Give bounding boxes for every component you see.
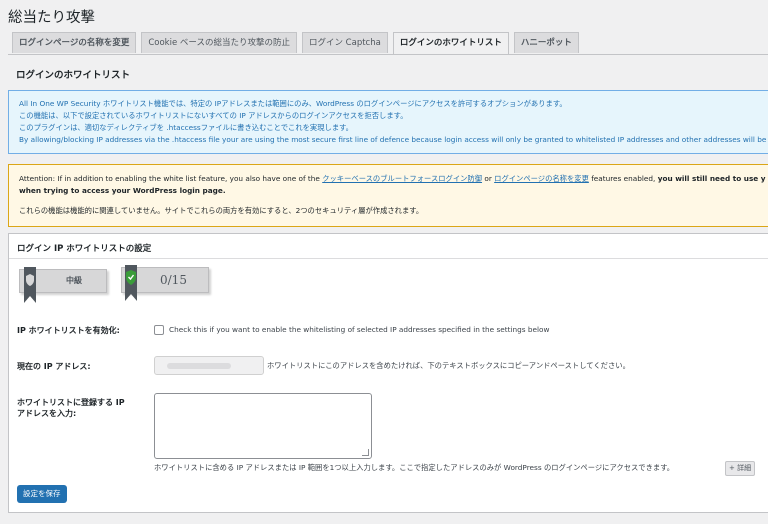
enable-whitelist-checkbox[interactable] xyxy=(154,325,164,335)
tab-login-captcha[interactable]: ログイン Captcha xyxy=(301,32,388,53)
rename-login-link[interactable]: ログインページの名称を変更 xyxy=(494,174,589,183)
info-line-4: By allowing/blocking IP addresses via th… xyxy=(19,135,768,144)
warning-or: or xyxy=(484,174,492,183)
warning-bold-2: when trying to access your WordPress log… xyxy=(19,186,226,195)
save-settings-button[interactable]: 設定を保存 xyxy=(17,485,67,503)
current-ip-label: 現在の IP アドレス: xyxy=(17,362,91,371)
more-info-button[interactable]: + 詳細 xyxy=(725,461,756,476)
warning-suffix: features enabled, xyxy=(591,174,656,183)
warning-box: Attention: If in addition to enabling th… xyxy=(8,164,768,227)
whitelist-settings-panel: ログイン IP ホワイトリストの設定 中級 0/15 IP ホワイトリストを有効… xyxy=(8,233,768,513)
enable-whitelist-desc: Check this if you want to enable the whi… xyxy=(169,325,550,334)
shield-check-icon xyxy=(125,265,137,301)
info-line-1: All In One WP Security ホワイトリスト機能では、特定の I… xyxy=(19,99,567,108)
whitelist-ip-label-line-2: アドレスを入力: xyxy=(17,409,77,418)
tabs-divider xyxy=(8,54,768,55)
whitelist-ip-label: ホワイトリストに登録する IP アドレスを入力: xyxy=(17,397,125,419)
enable-whitelist-label: IP ホワイトリストを有効化: xyxy=(17,326,120,335)
level-ribbon-icon xyxy=(24,267,36,303)
redacted-ip xyxy=(167,363,231,369)
points-badge-text: 0/15 xyxy=(160,273,187,287)
cookie-bruteforce-link[interactable]: クッキーベースのブルートフォースログイン防御 xyxy=(322,174,482,183)
current-ip-desc: ホワイトリストにこのアドレスを含めたければ、下のテキストボックスにコピーアンドペ… xyxy=(267,361,630,370)
panel-title: ログイン IP ホワイトリストの設定 xyxy=(17,244,152,254)
warning-prefix: Attention: If in addition to enabling th… xyxy=(19,174,320,183)
level-badge-text: 中級 xyxy=(66,276,82,285)
current-ip-field[interactable] xyxy=(154,356,264,375)
warning-note: これらの機能は機能的に関連していません。サイトでこれらの両方を有効にすると、2つ… xyxy=(19,206,424,215)
tab-cookie-bruteforce[interactable]: Cookie ベースの総当たり攻撃の防止 xyxy=(141,32,297,53)
resize-grip-icon[interactable] xyxy=(362,449,369,456)
panel-divider xyxy=(9,258,768,259)
warning-line-1: Attention: If in addition to enabling th… xyxy=(19,173,768,185)
warning-bold-1: you will still need to use y xyxy=(657,174,766,183)
page-title: 総当たり攻撃 xyxy=(8,10,95,26)
tab-bar: ログインページの名称を変更 Cookie ベースの総当たり攻撃の防止 ログイン … xyxy=(12,32,579,55)
info-box: All In One WP Security ホワイトリスト機能では、特定の I… xyxy=(8,90,768,154)
section-title: ログインのホワイトリスト xyxy=(16,70,131,81)
whitelist-ip-label-line-1: ホワイトリストに登録する IP xyxy=(17,398,125,407)
info-line-2: この機能は、以下で設定されているホワイトリストにないすべての IP アドレスから… xyxy=(19,111,408,120)
whitelist-ip-desc: ホワイトリストに含める IP アドレスまたは IP 範囲を1つ以上入力します。こ… xyxy=(154,463,675,472)
tab-login-whitelist[interactable]: ログインのホワイトリスト xyxy=(392,32,509,55)
tab-honeypot[interactable]: ハニーポット xyxy=(513,32,579,53)
tab-rename-login[interactable]: ログインページの名称を変更 xyxy=(12,32,137,53)
info-line-3: このプラグインは、適切なディレクティブを .htaccessファイルに書き込むこ… xyxy=(19,123,353,132)
whitelist-ip-textarea[interactable] xyxy=(154,393,372,459)
